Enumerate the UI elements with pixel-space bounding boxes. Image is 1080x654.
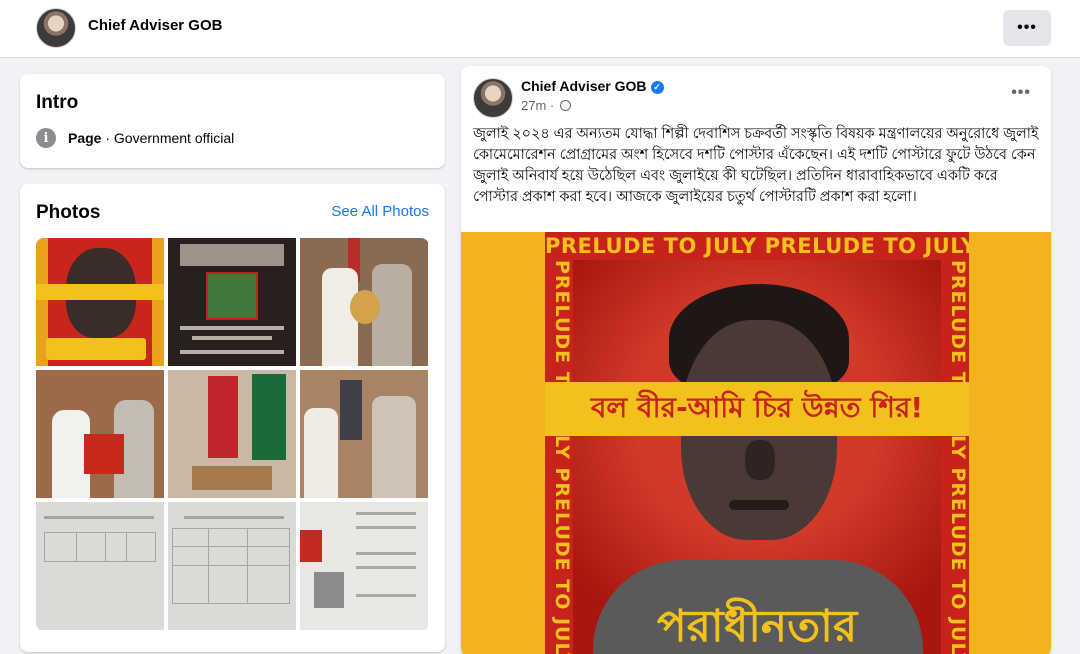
poster-left-text: PRELUDE TO JULY PRELUDE TO JULY	[545, 260, 573, 654]
author-name[interactable]: Chief Adviser GOB	[521, 78, 647, 94]
author-avatar[interactable]	[473, 78, 513, 118]
post-meta: 27m ·	[521, 98, 571, 113]
photo-thumbnail[interactable]	[168, 502, 296, 630]
photo-thumbnail[interactable]	[300, 502, 428, 630]
poster-bottom-text: পরাধীনতার	[656, 601, 858, 652]
photo-thumbnail[interactable]	[36, 238, 164, 366]
post-text: জুলাই ২০২৪ এর অন্যতম যোদ্ধা শিল্পী দেবাশ…	[473, 126, 1039, 205]
photo-thumbnail[interactable]	[300, 238, 428, 366]
see-all-photos-link[interactable]: See All Photos	[331, 203, 429, 220]
photo-thumbnail[interactable]	[300, 370, 428, 498]
photo-thumbnail[interactable]	[168, 370, 296, 498]
post-image[interactable]: PRELUDE TO JULY PRELUDE TO JULY PRELUDE …	[461, 232, 1051, 654]
page-category: Page · Government official	[68, 130, 234, 146]
photo-thumbnail[interactable]	[168, 238, 296, 366]
poster-slogan-band: বল বীর-আমি চির উন্নত শির!	[545, 382, 969, 436]
poster-right-text: PRELUDE TO JULY PRELUDE TO JULY	[941, 260, 969, 654]
verified-badge-icon: ✓	[650, 81, 664, 94]
category-label: Page	[68, 130, 102, 146]
photo-grid	[36, 238, 429, 631]
info-icon: i	[36, 128, 56, 148]
page-header: Chief Adviser GOB •••	[0, 0, 1080, 58]
intro-title: Intro	[36, 92, 79, 113]
intro-card: Intro i Page · Government official	[20, 74, 445, 168]
poster-slogan: বল বীর-আমি চির উন্নত শির!	[590, 390, 924, 424]
photos-card: Photos See All Photos	[20, 184, 445, 652]
page-name[interactable]: Chief Adviser GOB	[88, 17, 222, 34]
globe-icon	[559, 100, 571, 111]
poster: PRELUDE TO JULY PRELUDE TO JULY PRELUDE …	[545, 232, 969, 654]
post-author[interactable]: Chief Adviser GOB ✓	[521, 78, 664, 94]
post-options-button[interactable]: •••	[1011, 84, 1031, 102]
post-card: Chief Adviser GOB ✓ 27m · ••• জুলাই ২০২৪ …	[461, 66, 1051, 654]
post-time[interactable]: 27m	[521, 98, 546, 113]
photo-thumbnail[interactable]	[36, 370, 164, 498]
page-avatar[interactable]	[36, 8, 76, 48]
photos-title: Photos	[36, 202, 101, 223]
more-options-button[interactable]: •••	[1003, 10, 1051, 46]
photo-thumbnail[interactable]	[36, 502, 164, 630]
category-value: · Government official	[101, 130, 235, 146]
poster-top-text: PRELUDE TO JULY PRELUDE TO JULY	[545, 232, 969, 260]
